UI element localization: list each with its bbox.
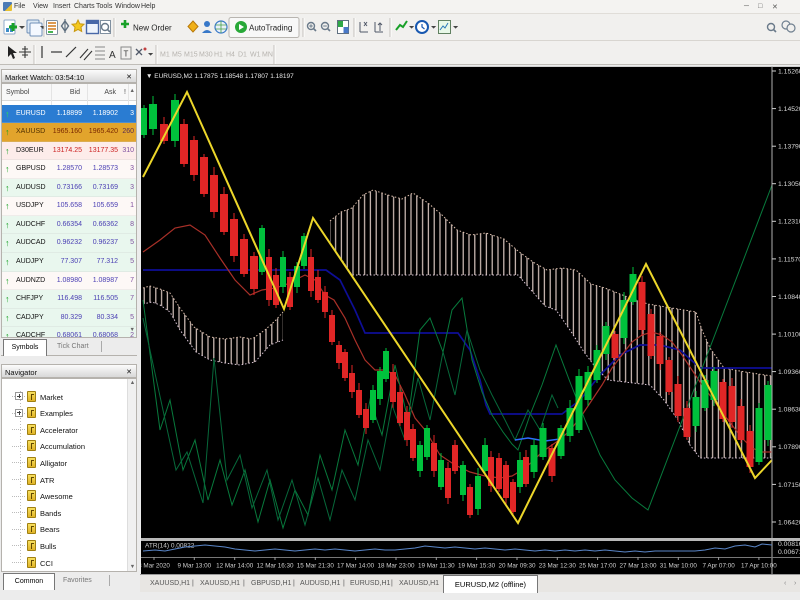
svg-text:1.12310: 1.12310 (778, 219, 800, 226)
svg-text:M1: M1 (160, 52, 170, 59)
svg-text:7 Apr 07:00: 7 Apr 07:00 (702, 563, 735, 570)
svg-text:1.06420: 1.06420 (778, 519, 800, 526)
svg-text:0.00671: 0.00671 (778, 549, 800, 556)
svg-text:20 Mar 09:30: 20 Mar 09:30 (498, 563, 536, 570)
svg-text:17 Mar 14:00: 17 Mar 14:00 (337, 563, 375, 570)
svg-text:17 Apr 10:00: 17 Apr 10:00 (741, 563, 777, 570)
svg-text:1.15260: 1.15260 (778, 68, 800, 75)
svg-text:1.13790: 1.13790 (778, 144, 800, 151)
svg-text:27 Mar 13:00: 27 Mar 13:00 (619, 563, 657, 570)
svg-text:1.07890: 1.07890 (778, 444, 800, 451)
svg-text:M5: M5 (172, 52, 182, 59)
svg-text:25 Mar 17:00: 25 Mar 17:00 (579, 563, 617, 570)
svg-text:▼ EURUSD,M2 1.17875 1.18548 1: ▼ EURUSD,M2 1.17875 1.18548 1.17807 1.18… (146, 73, 294, 80)
svg-text:1.08630: 1.08630 (778, 407, 800, 414)
svg-text:0.00816: 0.00816 (778, 541, 800, 548)
svg-text:ATR(14) 0.00822: ATR(14) 0.00822 (145, 543, 195, 550)
svg-text:9 Mar 13:00: 9 Mar 13:00 (177, 563, 211, 570)
svg-text:18 Mar 23:00: 18 Mar 23:00 (377, 563, 415, 570)
svg-text:1.09360: 1.09360 (778, 369, 800, 376)
svg-text:H1: H1 (214, 52, 223, 59)
svg-text:M15: M15 (184, 52, 198, 59)
svg-text:15 Mar 21:30: 15 Mar 21:30 (297, 563, 335, 570)
svg-text:1.14520: 1.14520 (778, 106, 800, 113)
svg-text:H4: H4 (226, 52, 235, 59)
svg-text:MN: MN (262, 52, 273, 59)
svg-text:W1: W1 (250, 52, 261, 59)
svg-text:AutoTrading: AutoTrading (249, 24, 292, 33)
svg-text:12 Mar 14:00: 12 Mar 14:00 (216, 563, 254, 570)
svg-text:1.13050: 1.13050 (778, 181, 800, 188)
svg-text:23 Mar 12:30: 23 Mar 12:30 (539, 563, 577, 570)
svg-text:D1: D1 (238, 52, 247, 59)
svg-text:1.11570: 1.11570 (778, 256, 800, 263)
svg-text:31 Mar 10:00: 31 Mar 10:00 (660, 563, 698, 570)
svg-text:8 Mar 2020: 8 Mar 2020 (141, 563, 170, 570)
svg-text:19 Mar 11:30: 19 Mar 11:30 (418, 563, 455, 570)
svg-text:1.10100: 1.10100 (778, 332, 800, 339)
svg-text:T: T (124, 50, 129, 59)
svg-text:A: A (109, 50, 116, 61)
svg-text:12 Mar 16:30: 12 Mar 16:30 (256, 563, 294, 570)
svg-text:19 Mar 15:30: 19 Mar 15:30 (458, 563, 496, 570)
svg-text:1.07150: 1.07150 (778, 482, 800, 489)
svg-text:New Order: New Order (133, 24, 172, 33)
svg-text:1.10840: 1.10840 (778, 294, 800, 301)
svg-text:M30: M30 (199, 52, 213, 59)
